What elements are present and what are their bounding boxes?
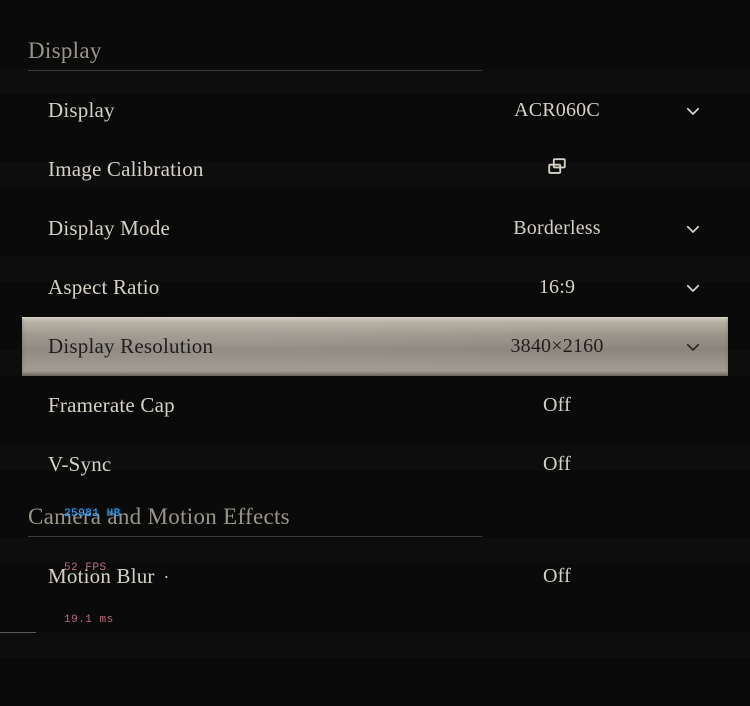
row-aspect-ratio-label: Aspect Ratio (48, 275, 402, 300)
row-display-mode-label: Display Mode (48, 216, 402, 241)
hud-ms: 19.1 ms (64, 614, 114, 626)
row-vsync-value: Off (472, 453, 642, 476)
row-resolution-label: Display Resolution (48, 334, 402, 359)
row-framerate-cap-value: Off (472, 394, 642, 417)
row-image-calibration-label: Image Calibration (48, 157, 402, 182)
row-motion-blur-value: Off (472, 565, 642, 588)
row-resolution[interactable]: Display Resolution 3840×2160 (22, 317, 728, 376)
chevron-down-icon[interactable] (642, 102, 702, 120)
row-display-mode-value: Borderless (472, 217, 642, 240)
row-image-calibration-value (472, 156, 642, 184)
chevron-down-icon[interactable] (642, 220, 702, 238)
settings-list-camera: Motion Blur · Off (0, 547, 750, 606)
row-vsync-label: V-Sync (48, 452, 402, 477)
chevron-down-icon[interactable] (642, 338, 702, 356)
row-resolution-value: 3840×2160 (472, 335, 642, 358)
row-aspect-ratio-value: 16:9 (472, 276, 642, 299)
row-aspect-ratio[interactable]: Aspect Ratio 16:9 (0, 258, 750, 317)
settings-list-display: Display ACR060C Image Calibration (0, 81, 750, 494)
settings-screen: Display Display ACR060C Image Calibratio… (0, 0, 750, 706)
section-header-display: Display (28, 38, 482, 71)
row-framerate-cap-label: Framerate Cap (48, 393, 402, 418)
window-icon (546, 156, 568, 178)
row-display-mode[interactable]: Display Mode Borderless (0, 199, 750, 258)
row-display-value: ACR060C (472, 99, 642, 122)
bullet-icon: · (155, 567, 170, 587)
section-header-camera: Camera and Motion Effects (28, 504, 482, 537)
row-image-calibration[interactable]: Image Calibration (0, 140, 750, 199)
row-motion-blur-label: Motion Blur · (48, 564, 402, 589)
row-framerate-cap[interactable]: Framerate Cap Off (0, 376, 750, 435)
row-display[interactable]: Display ACR060C (0, 81, 750, 140)
row-display-label: Display (48, 98, 402, 123)
chevron-down-icon[interactable] (642, 279, 702, 297)
hud-divider (0, 632, 36, 633)
row-motion-blur[interactable]: Motion Blur · Off (0, 547, 750, 606)
row-vsync[interactable]: V-Sync Off (0, 435, 750, 494)
